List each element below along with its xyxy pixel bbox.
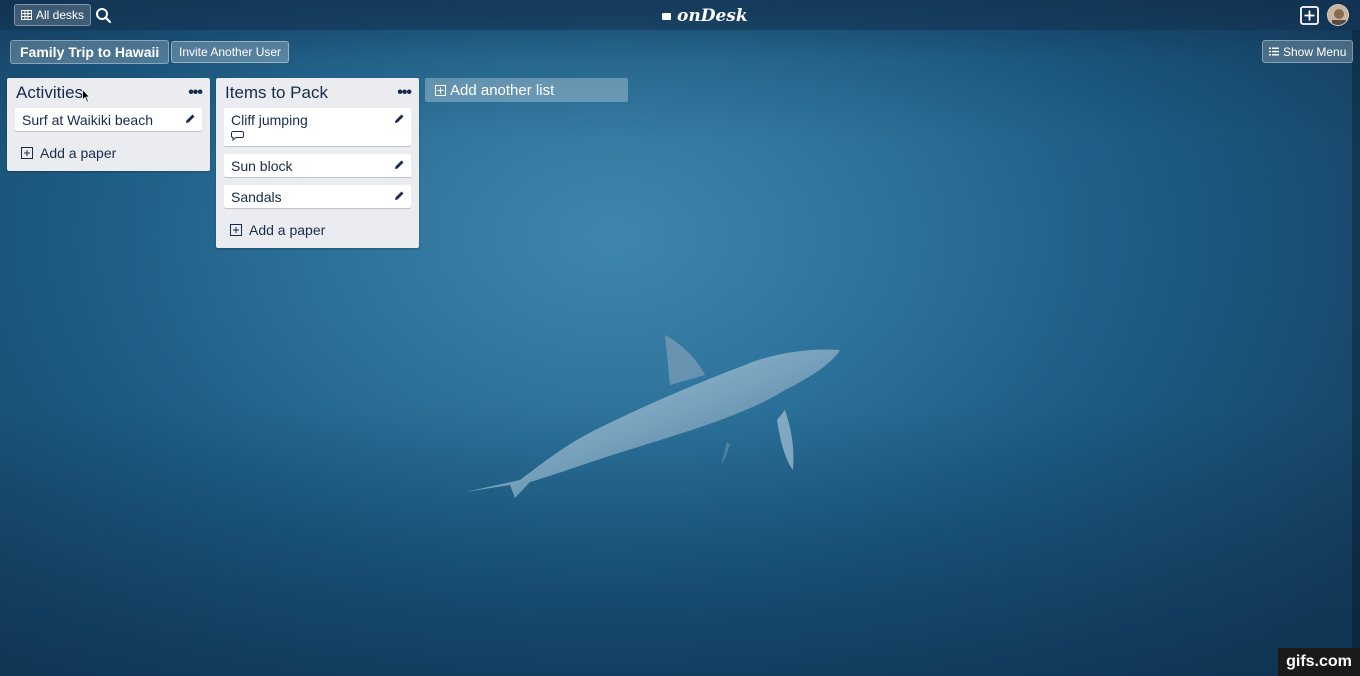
app-logo[interactable]: onDesk — [662, 5, 748, 27]
menu-icon — [1269, 47, 1279, 56]
card-text: Sun block — [231, 158, 293, 174]
plus-square-icon — [230, 224, 242, 236]
list-menu-icon[interactable]: ••• — [188, 85, 203, 101]
logo-text: onDesk — [677, 6, 748, 26]
card[interactable]: Sandals — [224, 185, 411, 208]
vertical-scrollbar[interactable] — [1352, 30, 1360, 676]
list-title[interactable]: Items to Pack — [225, 83, 328, 103]
add-another-list-button[interactable]: Add another list — [425, 78, 628, 102]
comment-icon — [231, 131, 244, 141]
show-menu-label: Show Menu — [1283, 44, 1347, 59]
card-text: Surf at Waikiki beach — [22, 112, 153, 128]
add-list-label: Add another list — [450, 81, 555, 99]
list-header[interactable]: Items to Pack ••• — [216, 78, 419, 108]
add-paper-label: Add a paper — [40, 145, 117, 161]
grid-icon — [21, 10, 32, 20]
add-board-icon[interactable] — [1300, 6, 1319, 25]
edit-pencil-icon[interactable] — [394, 159, 405, 170]
list-activities: Activities ••• Surf at Waikiki beach Add… — [7, 78, 210, 171]
card[interactable]: Cliff jumping — [224, 108, 411, 146]
card[interactable]: Sun block — [224, 154, 411, 177]
user-avatar[interactable] — [1327, 4, 1349, 26]
dolphin-background-image — [465, 335, 840, 498]
search-icon[interactable] — [95, 7, 112, 24]
all-desks-label: All desks — [36, 8, 85, 22]
add-paper-button[interactable]: Add a paper — [216, 216, 419, 248]
plus-square-icon — [21, 147, 33, 159]
add-paper-label: Add a paper — [249, 222, 326, 238]
edit-pencil-icon[interactable] — [394, 113, 405, 124]
edit-pencil-icon[interactable] — [185, 113, 196, 124]
mouse-cursor-icon — [82, 89, 90, 103]
list-title[interactable]: Activities — [16, 83, 83, 103]
show-menu-button[interactable]: Show Menu — [1262, 40, 1354, 63]
logo-icon — [662, 12, 671, 20]
card-text: Cliff jumping — [231, 112, 308, 128]
edit-pencil-icon[interactable] — [394, 190, 405, 201]
card-text: Sandals — [231, 189, 282, 205]
card[interactable]: Surf at Waikiki beach — [15, 108, 202, 131]
list-menu-icon[interactable]: ••• — [397, 85, 412, 101]
watermark: gifs.com — [1278, 648, 1360, 676]
board-title[interactable]: Family Trip to Hawaii — [10, 40, 170, 64]
add-paper-button[interactable]: Add a paper — [7, 139, 210, 171]
plus-square-icon — [435, 84, 446, 96]
invite-user-button[interactable]: Invite Another User — [171, 41, 290, 63]
all-desks-button[interactable]: All desks — [14, 4, 92, 26]
list-items-to-pack: Items to Pack ••• Cliff jumping Sun bloc… — [216, 78, 419, 248]
list-header[interactable]: Activities ••• — [7, 78, 210, 108]
